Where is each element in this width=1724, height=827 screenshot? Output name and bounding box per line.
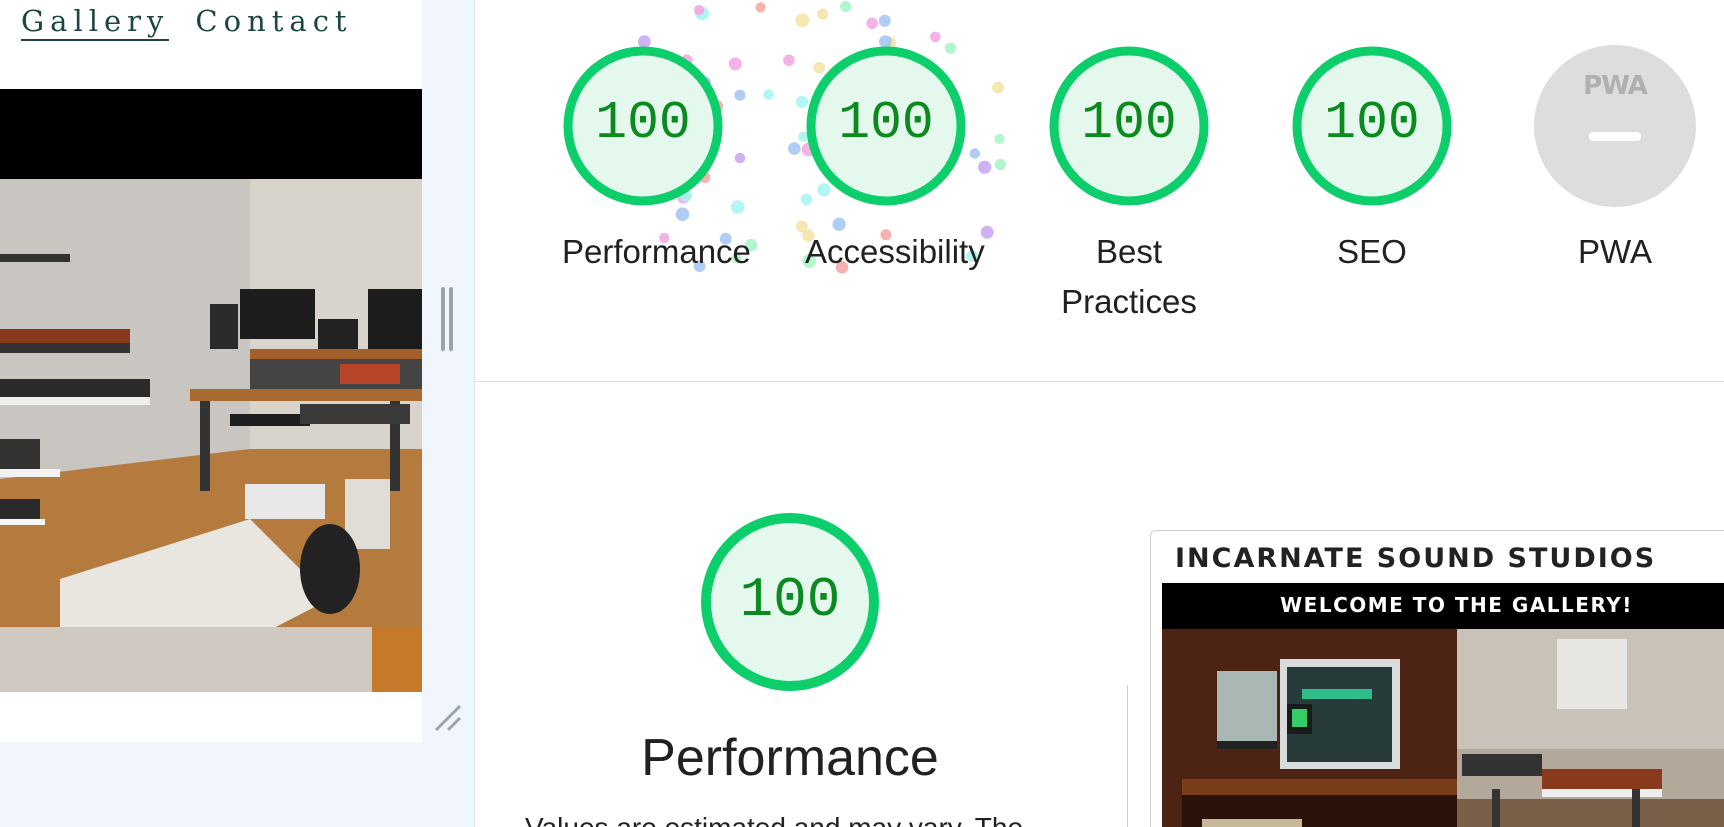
performance-description: Values are estimated and may vary. The bbox=[525, 812, 1065, 827]
gauge-score: 100 bbox=[595, 93, 691, 153]
gauge-score: 100 bbox=[838, 93, 934, 153]
site-preview-pane: Gallery Contact bbox=[0, 0, 475, 827]
gauge-ring: 100 bbox=[1291, 45, 1453, 207]
confetti-dot bbox=[969, 148, 980, 159]
confetti-dot bbox=[731, 200, 745, 214]
confetti-dot bbox=[693, 4, 705, 16]
final-screenshot-thumbnail[interactable]: INCARNATE SOUND STUDIOS ⌄ WELCOME TO THE… bbox=[1150, 530, 1724, 827]
lighthouse-report: 100 Performance 100 Accessibility 100 Be… bbox=[475, 0, 1724, 827]
confetti-dot bbox=[783, 54, 795, 67]
nav-link-contact[interactable]: Contact bbox=[195, 4, 352, 38]
emulated-site-frame: Gallery Contact bbox=[0, 0, 422, 742]
preview-site-title: INCARNATE SOUND STUDIOS bbox=[1175, 543, 1657, 574]
column-divider bbox=[1127, 685, 1128, 827]
performance-score: 100 bbox=[739, 568, 841, 632]
site-nav: Gallery Contact bbox=[21, 4, 379, 41]
confetti-dot bbox=[992, 81, 1004, 94]
gauge-label: Performance bbox=[562, 233, 751, 270]
confetti-dot bbox=[994, 158, 1007, 171]
preview-banner-bar: WELCOME TO THE GALLERY! bbox=[1162, 583, 1724, 629]
gauge-label: Best Practices bbox=[1061, 233, 1197, 320]
performance-gauge-large: 100 bbox=[700, 512, 880, 692]
gauge-label: PWA bbox=[1578, 233, 1652, 270]
preview-gallery-photos bbox=[1162, 629, 1724, 827]
resize-corner-icon[interactable] bbox=[430, 700, 464, 734]
photo-letterbox bbox=[0, 89, 422, 179]
nav-link-gallery[interactable]: Gallery bbox=[21, 4, 170, 41]
confetti-dot bbox=[930, 31, 941, 43]
confetti-dot bbox=[878, 14, 891, 27]
confetti-dot bbox=[728, 57, 742, 71]
studio-photo-image bbox=[0, 179, 422, 692]
preview-banner-text: WELCOME TO THE GALLERY! bbox=[1280, 593, 1633, 617]
confetti-dot bbox=[840, 0, 852, 13]
confetti-dot bbox=[755, 2, 766, 13]
confetti-dot bbox=[795, 13, 810, 28]
gauge-label: Accessibility bbox=[805, 233, 985, 270]
gauge-accessibility[interactable]: 100 Accessibility bbox=[805, 45, 985, 277]
confetti-dot bbox=[994, 133, 1005, 144]
performance-heading: Performance bbox=[641, 729, 939, 787]
confetti-dot bbox=[763, 89, 774, 100]
confetti-dot bbox=[734, 89, 746, 101]
gauge-ring: 100 bbox=[1048, 45, 1210, 207]
gauge-best-practices[interactable]: 100 Best Practices bbox=[1048, 45, 1210, 327]
pwa-logo-text: PWA bbox=[1583, 71, 1648, 101]
gauge-performance[interactable]: 100 Performance bbox=[562, 45, 751, 277]
confetti-dot bbox=[978, 160, 992, 174]
gauge-ring: 100 bbox=[562, 45, 724, 207]
studio-photo bbox=[0, 89, 422, 692]
confetti-dot bbox=[866, 17, 878, 30]
gauge-ring: 100 bbox=[805, 45, 967, 207]
pwa-badge: PWA bbox=[1534, 45, 1696, 207]
gauge-pwa[interactable]: PWA PWA bbox=[1534, 45, 1696, 277]
gauge-score: 100 bbox=[1081, 93, 1177, 153]
gauge-seo[interactable]: 100 SEO bbox=[1291, 45, 1453, 277]
gauge-score: 100 bbox=[1324, 93, 1420, 153]
confetti-dot bbox=[788, 142, 801, 155]
confetti-dot bbox=[734, 152, 746, 164]
pane-resize-handle[interactable] bbox=[439, 287, 455, 351]
section-divider bbox=[475, 381, 1724, 382]
confetti-dot bbox=[817, 8, 829, 20]
gauge-label: SEO bbox=[1337, 233, 1407, 270]
